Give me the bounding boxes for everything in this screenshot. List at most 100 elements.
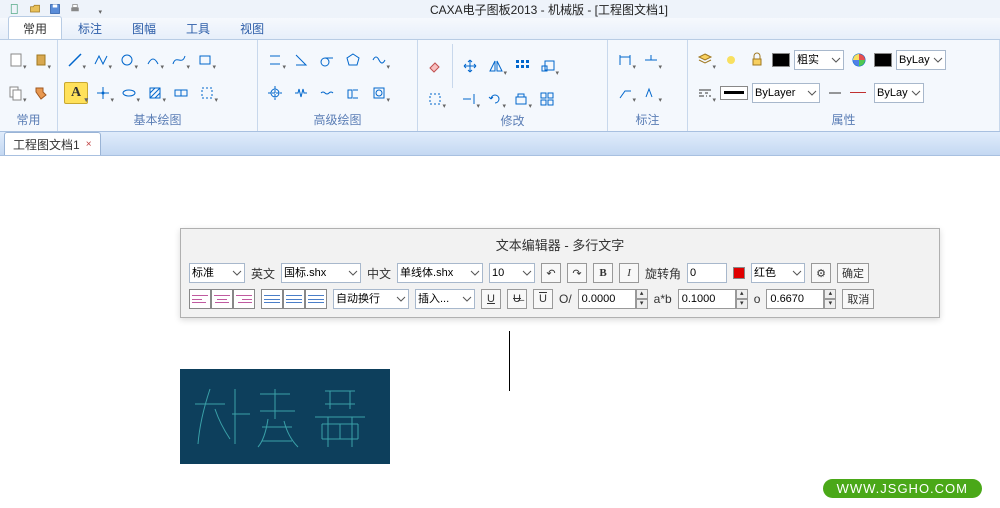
tab-view[interactable]: 视图 xyxy=(226,17,278,39)
boundary-icon[interactable] xyxy=(170,82,192,104)
group-label: 高级绘图 xyxy=(264,109,411,131)
align-right-icon[interactable] xyxy=(233,289,255,309)
cancel-button[interactable]: 取消 xyxy=(842,289,874,309)
text-editor-panel: 文本编辑器 - 多行文字 标准 英文 国标.shx 中文 单线体.shx 10 … xyxy=(180,228,940,318)
polyline-icon[interactable] xyxy=(90,49,112,71)
print-icon[interactable] xyxy=(68,2,82,16)
point-icon[interactable] xyxy=(92,82,114,104)
textcolor-combo[interactable]: 红色 xyxy=(751,263,805,283)
size-combo[interactable]: 10 xyxy=(489,263,535,283)
hole-icon[interactable] xyxy=(368,82,390,104)
slot-icon[interactable] xyxy=(342,82,364,104)
circle-icon[interactable] xyxy=(116,49,138,71)
array-icon[interactable] xyxy=(511,55,533,77)
underline-button[interactable]: U xyxy=(481,289,501,309)
parallel-icon[interactable] xyxy=(264,49,286,71)
paste-icon[interactable] xyxy=(6,49,27,71)
ltscale-icon[interactable] xyxy=(824,82,846,104)
lineweight-combo[interactable]: 粗实 xyxy=(794,50,844,70)
widthfactor-spinner[interactable]: ▴▾ xyxy=(678,289,748,309)
cad-text-object[interactable] xyxy=(180,369,390,464)
label-widthfactor: a*b xyxy=(654,292,672,306)
new-icon[interactable] xyxy=(8,2,22,16)
hatch-icon[interactable] xyxy=(144,82,166,104)
erase-icon[interactable] xyxy=(424,55,446,77)
clipboard-icon[interactable] xyxy=(31,49,52,71)
polygon-icon[interactable] xyxy=(342,49,364,71)
layer-icon[interactable] xyxy=(694,49,716,71)
title-bar: CAXA电子图板2013 - 机械版 - [工程图文档1] xyxy=(0,0,1000,18)
colorwheel-icon[interactable] xyxy=(848,49,870,71)
insert-combo[interactable]: 插入... xyxy=(415,289,475,309)
strikethrough-button[interactable]: U̶ xyxy=(507,289,527,309)
tab-sheet[interactable]: 图幅 xyxy=(118,17,170,39)
dim-linear-icon[interactable] xyxy=(614,49,636,71)
color-swatch-red[interactable] xyxy=(733,267,745,279)
valign-bot-icon[interactable] xyxy=(305,289,327,309)
layer-combo[interactable]: ByLayer xyxy=(752,83,820,103)
dim-leader-icon[interactable] xyxy=(614,82,636,104)
rotation-input[interactable] xyxy=(687,263,727,283)
arc-icon[interactable] xyxy=(142,49,164,71)
align-left-icon[interactable] xyxy=(189,289,211,309)
close-icon[interactable]: × xyxy=(86,139,92,150)
drawing-canvas[interactable]: 文本编辑器 - 多行文字 标准 英文 国标.shx 中文 单线体.shx 10 … xyxy=(0,156,1000,508)
label-spacing: o xyxy=(754,292,761,306)
text-cursor xyxy=(509,331,510,391)
oblique-spinner[interactable]: ▴▾ xyxy=(578,289,648,309)
undo-icon[interactable]: ↶ xyxy=(541,263,561,283)
document-tab[interactable]: 工程图文档1 × xyxy=(4,132,101,155)
angle-icon[interactable] xyxy=(290,49,312,71)
rotate-icon[interactable] xyxy=(484,88,506,110)
italic-button[interactable]: I xyxy=(619,263,639,283)
wave-icon[interactable] xyxy=(368,49,390,71)
overline-button[interactable]: U xyxy=(533,289,553,309)
centerline-icon[interactable] xyxy=(264,82,286,104)
tab-common[interactable]: 常用 xyxy=(8,16,62,39)
locked-icon[interactable] xyxy=(746,49,768,71)
layeron-icon[interactable] xyxy=(720,49,742,71)
valign-top-icon[interactable] xyxy=(261,289,283,309)
align-center-icon[interactable] xyxy=(211,289,233,309)
copy-icon[interactable] xyxy=(6,82,27,104)
fillet-icon[interactable] xyxy=(510,88,532,110)
line-icon[interactable] xyxy=(64,49,86,71)
region-icon[interactable] xyxy=(196,82,218,104)
ellipse-icon[interactable] xyxy=(118,82,140,104)
tab-annotate[interactable]: 标注 xyxy=(64,17,116,39)
spacing-spinner[interactable]: ▴▾ xyxy=(766,289,836,309)
color-swatch[interactable] xyxy=(874,53,892,67)
trim-icon[interactable] xyxy=(424,88,446,110)
dim-roughness-icon[interactable] xyxy=(640,82,662,104)
font-cn-combo[interactable]: 单线体.shx xyxy=(397,263,483,283)
wrap-combo[interactable]: 自动换行 xyxy=(333,289,409,309)
rect-icon[interactable] xyxy=(194,49,216,71)
open-icon[interactable] xyxy=(28,2,42,16)
text-icon[interactable]: A xyxy=(64,82,88,104)
save-icon[interactable] xyxy=(48,2,62,16)
gear-icon[interactable]: ⚙ xyxy=(811,263,831,283)
style-combo[interactable]: 标准 xyxy=(189,263,245,283)
qat-customize-icon[interactable] xyxy=(88,2,102,16)
move-icon[interactable] xyxy=(459,55,481,77)
tab-tools[interactable]: 工具 xyxy=(172,17,224,39)
ok-button[interactable]: 确定 xyxy=(837,263,869,283)
extend-icon[interactable] xyxy=(458,88,480,110)
spline-icon[interactable] xyxy=(168,49,190,71)
layer-color-swatch[interactable] xyxy=(772,53,790,67)
bold-button[interactable]: B xyxy=(593,263,613,283)
color-combo[interactable]: ByLay xyxy=(896,50,946,70)
scale-icon[interactable] xyxy=(537,55,559,77)
linetype-icon[interactable] xyxy=(694,82,716,104)
valign-mid-icon[interactable] xyxy=(283,289,305,309)
mirror-icon[interactable] xyxy=(485,55,507,77)
tangent-icon[interactable] xyxy=(316,49,338,71)
redo-icon[interactable]: ↷ xyxy=(567,263,587,283)
chamfer-icon[interactable] xyxy=(316,82,338,104)
break-icon[interactable] xyxy=(290,82,312,104)
explode-icon[interactable] xyxy=(536,88,558,110)
formatpainter-icon[interactable] xyxy=(31,82,52,104)
font-en-combo[interactable]: 国标.shx xyxy=(281,263,361,283)
linetype-combo[interactable]: ByLay xyxy=(874,83,924,103)
dim-align-icon[interactable] xyxy=(640,49,662,71)
